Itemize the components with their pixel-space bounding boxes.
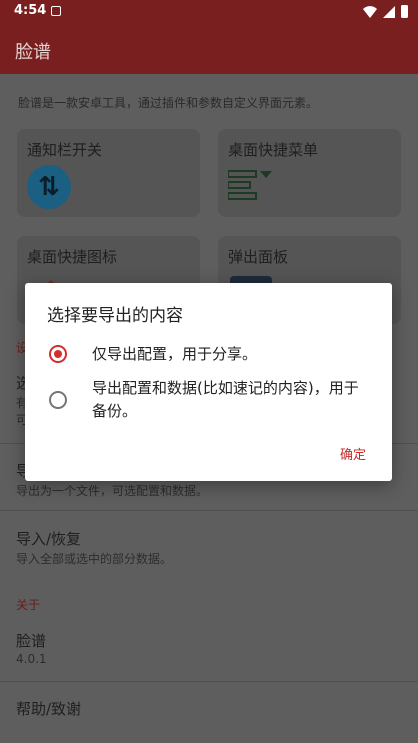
help-row-title[interactable]: 帮助/致谢	[16, 698, 81, 719]
dialog-title: 选择要导出的内容	[47, 306, 183, 326]
import-row-sub: 导入全部或选中的部分数据。	[16, 552, 173, 566]
app-bar: 脸谱	[0, 24, 418, 74]
export-dialog: 选择要导出的内容 仅导出配置，用于分享。 导出配置和数据(比如速记的内容)，用于…	[25, 283, 392, 481]
battery-icon	[401, 5, 408, 18]
about-version: 4.0.1	[16, 652, 47, 666]
divider	[0, 510, 418, 511]
card-desktop-shortcut-menu[interactable]: 桌面快捷菜单	[218, 129, 401, 217]
system-icons	[363, 5, 408, 18]
radio-button-checked[interactable]	[49, 345, 67, 363]
card-label: 桌面快捷图标	[27, 248, 118, 266]
menu-list-icon	[228, 170, 272, 200]
notification-icon	[51, 6, 61, 16]
app-description: 脸谱是一款安卓工具，通过插件和参数自定义界面元素。	[18, 96, 319, 110]
export-row-sub: 导出为一个文件，可选配置和数据。	[16, 484, 209, 498]
about-section-label: 关于	[16, 598, 41, 612]
option-config-and-data[interactable]: 导出配置和数据(比如速记的内容)，用于备份。	[47, 377, 377, 425]
card-label: 通知栏开关	[27, 141, 103, 159]
divider	[0, 681, 418, 682]
wifi-icon	[363, 5, 377, 18]
about-app-name[interactable]: 脸谱	[16, 630, 46, 651]
status-bar: 4:54	[0, 0, 418, 24]
radio-button-unchecked[interactable]	[49, 391, 67, 409]
import-row-title[interactable]: 导入/恢复	[16, 528, 81, 549]
option-label: 仅导出配置，用于分享。	[92, 345, 258, 363]
confirm-button[interactable]: 确定	[340, 444, 366, 463]
signal-icon	[383, 5, 395, 18]
status-time: 4:54	[14, 3, 47, 18]
card-label: 弹出面板	[228, 248, 289, 266]
card-label: 桌面快捷菜单	[228, 141, 319, 159]
option-config-only[interactable]: 仅导出配置，用于分享。	[47, 343, 377, 367]
swap-vertical-icon: ⇅	[27, 165, 71, 209]
card-notification-toggle[interactable]: 通知栏开关 ⇅	[17, 129, 200, 217]
option-label: 导出配置和数据(比如速记的内容)，用于备份。	[92, 379, 359, 420]
app-title: 脸谱	[15, 42, 51, 63]
